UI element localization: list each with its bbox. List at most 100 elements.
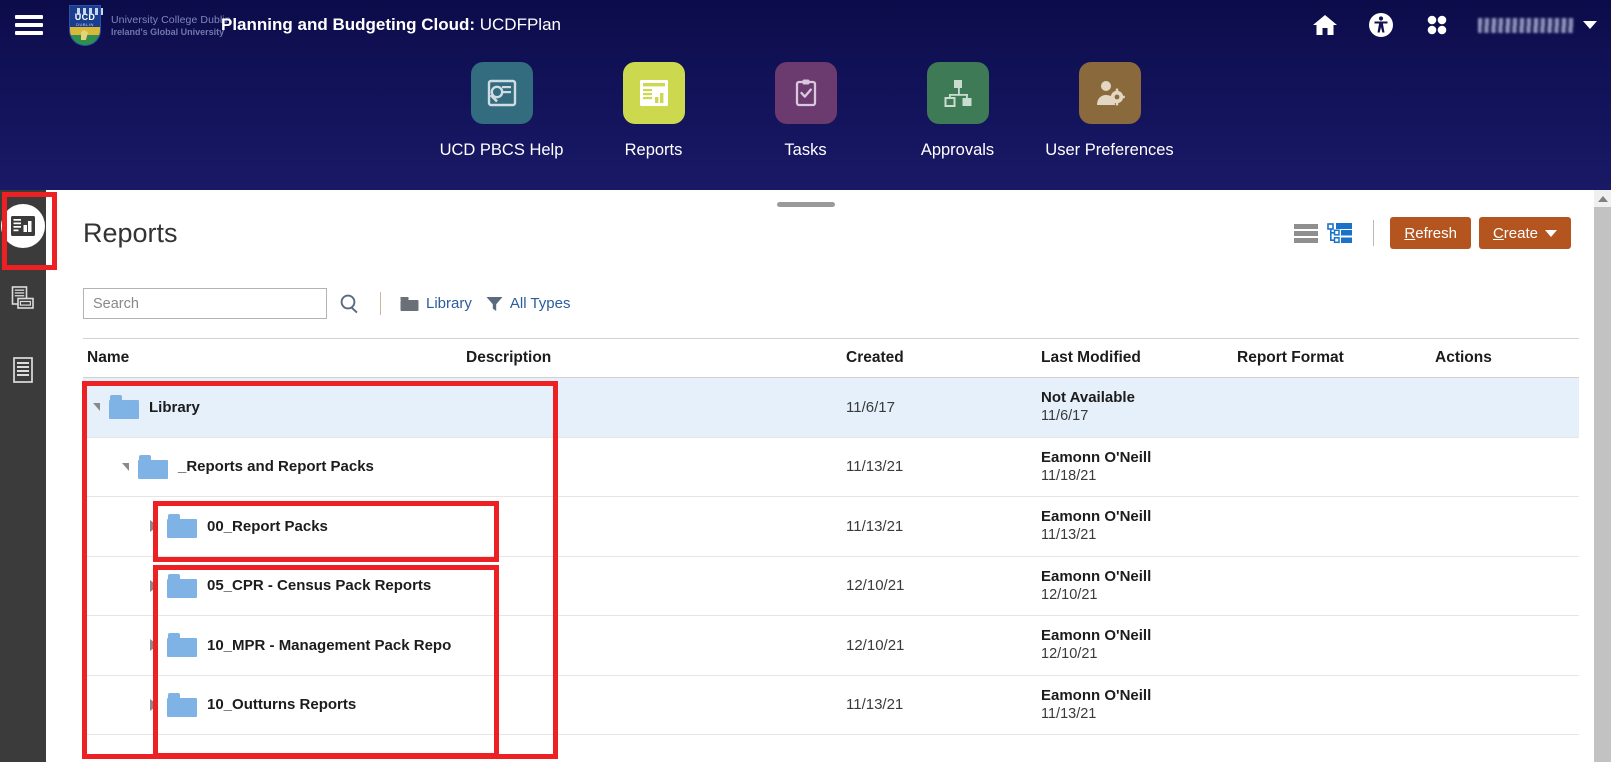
cell-name: _Reports and Report Packs (83, 454, 466, 479)
table-row[interactable]: 10_MPR - Management Pack Repo 12/10/21 Eam… (83, 616, 1579, 676)
column-header-name[interactable]: Name (83, 349, 466, 367)
clipboard-check-icon (774, 62, 837, 124)
table-row[interactable]: _Reports and Report Packs 11/13/21 Eamonn … (83, 438, 1579, 497)
nav-card-ucd-pbcs-help[interactable]: UCD PBCS Help (426, 62, 578, 160)
cell-created: 11/6/17 (846, 398, 895, 416)
nav-card-label: Tasks (784, 141, 827, 159)
modified-date: 11/13/21 (1041, 705, 1097, 722)
cell-last-modified: Eamonn O'Neill 11/13/21 (1041, 507, 1237, 545)
castle-motif (77, 8, 103, 15)
hamburger-bar (15, 23, 43, 27)
expand-triangle-icon[interactable] (145, 698, 163, 711)
expand-triangle-icon[interactable] (145, 639, 163, 652)
table-row[interactable]: Library 11/6/17 Not Available 11/6/17 (83, 378, 1579, 438)
cell-name: Library (83, 395, 466, 420)
cell-last-modified: Eamonn O'Neill 11/18/21 (1041, 448, 1237, 486)
accessibility-icon[interactable] (1366, 10, 1396, 40)
collapse-triangle-icon[interactable] (116, 462, 134, 471)
collapse-triangle-icon[interactable] (87, 403, 105, 412)
expand-triangle-icon[interactable] (145, 579, 163, 592)
app-grid-icon[interactable] (1422, 10, 1452, 40)
hamburger-menu-icon[interactable] (15, 12, 43, 38)
sidebar-item-documents[interactable] (0, 262, 46, 334)
nav-card-label: User Preferences (1045, 141, 1174, 159)
folder-icon (138, 454, 168, 479)
cell-name: 00_Report Packs (83, 514, 466, 539)
scrollbar-thumb[interactable] (1594, 207, 1611, 762)
folder-name-label: Library (149, 398, 200, 416)
home-icon[interactable] (1310, 10, 1340, 40)
cell-created: 11/13/21 (846, 458, 904, 476)
refresh-accel: R (1404, 224, 1416, 242)
modified-date: 11/13/21 (1041, 527, 1097, 544)
cell-name: 10_MPR - Management Pack Repo (83, 633, 466, 658)
tree-view-toggle[interactable] (1323, 218, 1357, 248)
folder-name-label: 00_Report Packs (207, 517, 328, 535)
report-list-rail-icon (13, 357, 33, 383)
left-rail (0, 190, 46, 762)
expand-triangle-icon[interactable] (145, 520, 163, 533)
list-view-toggle[interactable] (1289, 218, 1323, 248)
header-actions (1310, 10, 1597, 40)
sidebar-item-reports[interactable] (0, 190, 46, 262)
table-row[interactable]: 00_Report Packs 11/13/21 Eamonn O'Neill 11/… (83, 497, 1579, 557)
panel-resize-handle[interactable] (776, 202, 835, 207)
modified-by: Eamonn O'Neill (1041, 686, 1152, 704)
reports-panel: Reports Refresh Create Search Library Al… (46, 190, 1611, 762)
modified-by: Eamonn O'Neill (1041, 567, 1152, 585)
refresh-label-rest: efresh (1415, 224, 1457, 242)
column-header-last-modified[interactable]: Last Modified (1041, 349, 1237, 367)
column-header-created[interactable]: Created (846, 349, 1041, 367)
refresh-button[interactable]: Refresh (1390, 217, 1471, 249)
cell-name: 10_Outturns Reports (83, 692, 466, 717)
library-filter[interactable]: Library (400, 295, 472, 312)
cell-last-modified: Eamonn O'Neill 12/10/21 (1041, 626, 1237, 664)
cell-created: 12/10/21 (846, 577, 905, 595)
chevron-down-icon (1545, 229, 1557, 237)
modified-by: Eamonn O'Neill (1041, 627, 1152, 645)
create-accel: C (1492, 224, 1504, 242)
nav-card-approvals[interactable]: Approvals (882, 62, 1034, 160)
nav-card-tasks[interactable]: Tasks (730, 62, 882, 160)
all-types-filter[interactable]: All Types (486, 295, 570, 312)
scroll-up-icon[interactable] (1594, 190, 1611, 207)
folder-icon (400, 296, 419, 311)
sidebar-item-report-list[interactable] (0, 334, 46, 406)
folder-name-label: _Reports and Report Packs (178, 458, 374, 476)
folder-icon (109, 395, 139, 420)
hierarchy-icon (926, 62, 989, 124)
app-title: Planning and Budgeting Cloud: UCDFPlan (221, 15, 561, 35)
folder-icon (167, 633, 197, 658)
user-menu[interactable] (1478, 17, 1597, 33)
folder-name-label: 10_Outturns Reports (207, 696, 357, 714)
cell-name: 05_CPR - Census Pack Reports (83, 573, 466, 598)
folder-icon (167, 514, 197, 539)
folder-icon (167, 573, 197, 598)
nav-card-strip: UCD PBCS Help Reports Tasks Approvals Us… (0, 62, 1611, 160)
column-header-actions[interactable]: Actions (1435, 349, 1579, 367)
create-button[interactable]: Create (1478, 217, 1571, 249)
modified-by: Eamonn O'Neill (1041, 508, 1152, 526)
magnifier-icon[interactable] (339, 293, 361, 315)
column-header-description[interactable]: Description (466, 349, 846, 367)
modified-date: 12/10/21 (1041, 646, 1098, 663)
cell-last-modified: Not Available 11/6/17 (1041, 388, 1237, 426)
reports-table: Name Description Created Last Modified R… (83, 338, 1579, 735)
nav-card-label: UCD PBCS Help (439, 141, 564, 159)
panel-toolbar: Refresh Create (1289, 217, 1571, 249)
global-header: UCD DUBLIN University College Dublin Ire… (0, 0, 1611, 190)
create-label-rest: reate (1503, 224, 1538, 242)
table-row[interactable]: 05_CPR - Census Pack Reports 12/10/21 Eamo… (83, 557, 1579, 616)
folder-name-label: 05_CPR - Census Pack Reports (207, 577, 432, 595)
help-screen-icon (470, 62, 533, 124)
column-header-report-format[interactable]: Report Format (1237, 349, 1435, 367)
library-filter-label: Library (426, 295, 472, 312)
ucd-logo[interactable]: UCD DUBLIN University College Dublin Ire… (65, 4, 231, 48)
documents-rail-icon (11, 286, 34, 309)
search-input[interactable] (83, 288, 327, 319)
nav-card-reports[interactable]: Reports (578, 62, 730, 160)
nav-card-user-preferences[interactable]: User Preferences (1034, 62, 1186, 160)
cell-created: 12/10/21 (846, 636, 905, 654)
vertical-scrollbar[interactable] (1594, 190, 1611, 762)
table-row[interactable]: 10_Outturns Reports 11/13/21 Eamonn O'Neil… (83, 676, 1579, 735)
